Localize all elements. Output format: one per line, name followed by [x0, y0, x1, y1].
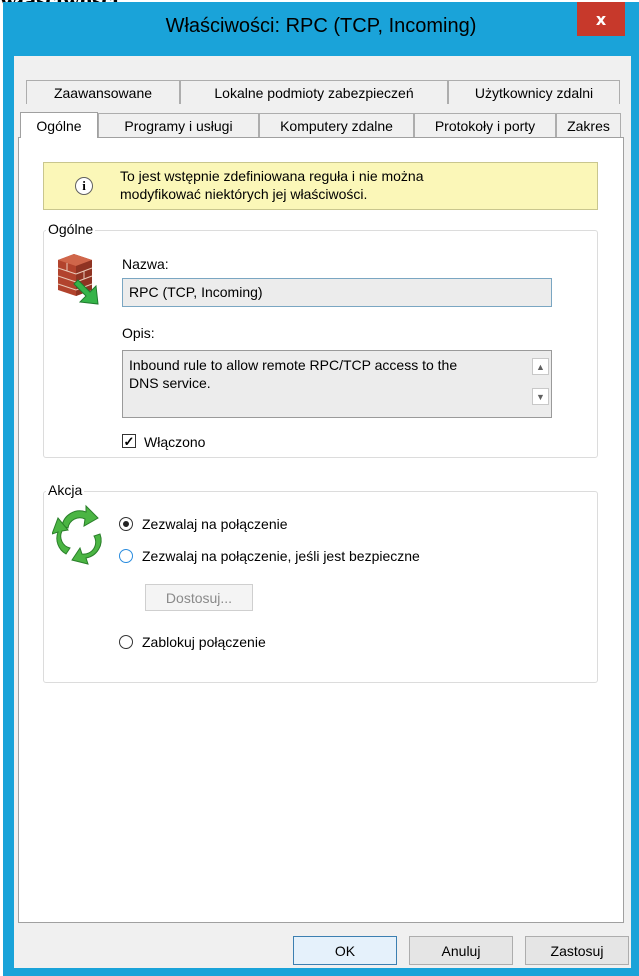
tab-panel-general: i To jest wstępnie zdefiniowana reguła i… — [18, 137, 624, 923]
scroll-down-icon[interactable]: ▼ — [532, 388, 549, 405]
title-bar[interactable]: Właściwości: RPC (TCP, Incoming) x — [3, 2, 639, 56]
properties-dialog: Właściwości: RPC (TCP, Incoming) x Zaawa… — [3, 2, 639, 976]
description-label: Opis: — [122, 325, 155, 341]
tab-programy-i-uslugi[interactable]: Programy i usługi — [98, 113, 259, 137]
description-scrollbar[interactable]: ▲ ▼ — [532, 352, 550, 416]
close-button[interactable]: x — [577, 2, 625, 36]
dialog-client-area: Zaawansowane Lokalne podmioty zabezpiecz… — [14, 56, 631, 968]
description-line2: DNS service. — [129, 375, 211, 391]
info-banner: i To jest wstępnie zdefiniowana reguła i… — [43, 162, 598, 210]
ok-button[interactable]: OK — [293, 936, 397, 965]
enabled-label: Włączono — [144, 434, 206, 450]
allow-connection-label[interactable]: Zezwalaj na połączenie — [142, 516, 288, 532]
action-group-label: Akcja — [46, 482, 85, 498]
allow-secure-connection-radio[interactable] — [119, 549, 133, 563]
block-connection-label[interactable]: Zablokuj połączenie — [142, 634, 266, 650]
tab-lokalne-podmioty[interactable]: Lokalne podmioty zabezpieczeń — [180, 80, 448, 104]
description-line1: Inbound rule to allow remote RPC/TCP acc… — [129, 357, 458, 373]
info-text-line2: modyfikować niektórych jej właściwości. — [120, 186, 368, 202]
tab-protokoly-i-porty[interactable]: Protokoły i porty — [414, 113, 556, 137]
description-field[interactable]: Inbound rule to allow remote RPC/TCP acc… — [122, 350, 552, 418]
general-group-label: Ogólne — [46, 221, 96, 237]
action-arrows-icon — [52, 504, 102, 565]
tab-zakres[interactable]: Zakres — [556, 113, 621, 137]
close-icon: x — [595, 9, 607, 29]
name-field[interactable]: RPC (TCP, Incoming) — [122, 278, 552, 307]
name-label: Nazwa: — [122, 256, 169, 272]
firewall-icon — [57, 254, 99, 305]
allow-connection-radio[interactable] — [119, 517, 133, 531]
info-text-line1: To jest wstępnie zdefiniowana reguła i n… — [120, 168, 424, 184]
customize-button[interactable]: Dostosuj... — [145, 584, 253, 611]
cancel-button[interactable]: Anuluj — [409, 936, 513, 965]
tab-uzytkownicy-zdalni[interactable]: Użytkownicy zdalni — [448, 80, 620, 104]
apply-button[interactable]: Zastosuj — [525, 936, 629, 965]
info-icon: i — [75, 177, 93, 195]
enabled-checkbox[interactable]: ✓ — [122, 434, 136, 448]
window-title: Właściwości: RPC (TCP, Incoming) — [165, 15, 477, 37]
tab-komputery-zdalne[interactable]: Komputery zdalne — [259, 113, 414, 137]
scroll-up-icon[interactable]: ▲ — [532, 358, 549, 375]
action-group: Akcja Zezwalaj na połączenie Zezwalaj na… — [43, 482, 598, 683]
general-group: Ogólne Nazwa: RPC (TCP, Incoming) Opis: … — [43, 221, 598, 458]
block-connection-radio[interactable] — [119, 635, 133, 649]
allow-secure-connection-label[interactable]: Zezwalaj na połączenie, jeśli jest bezpi… — [142, 548, 420, 564]
tab-zaawansowane[interactable]: Zaawansowane — [26, 80, 180, 104]
tab-ogolne[interactable]: Ogólne — [20, 112, 98, 138]
